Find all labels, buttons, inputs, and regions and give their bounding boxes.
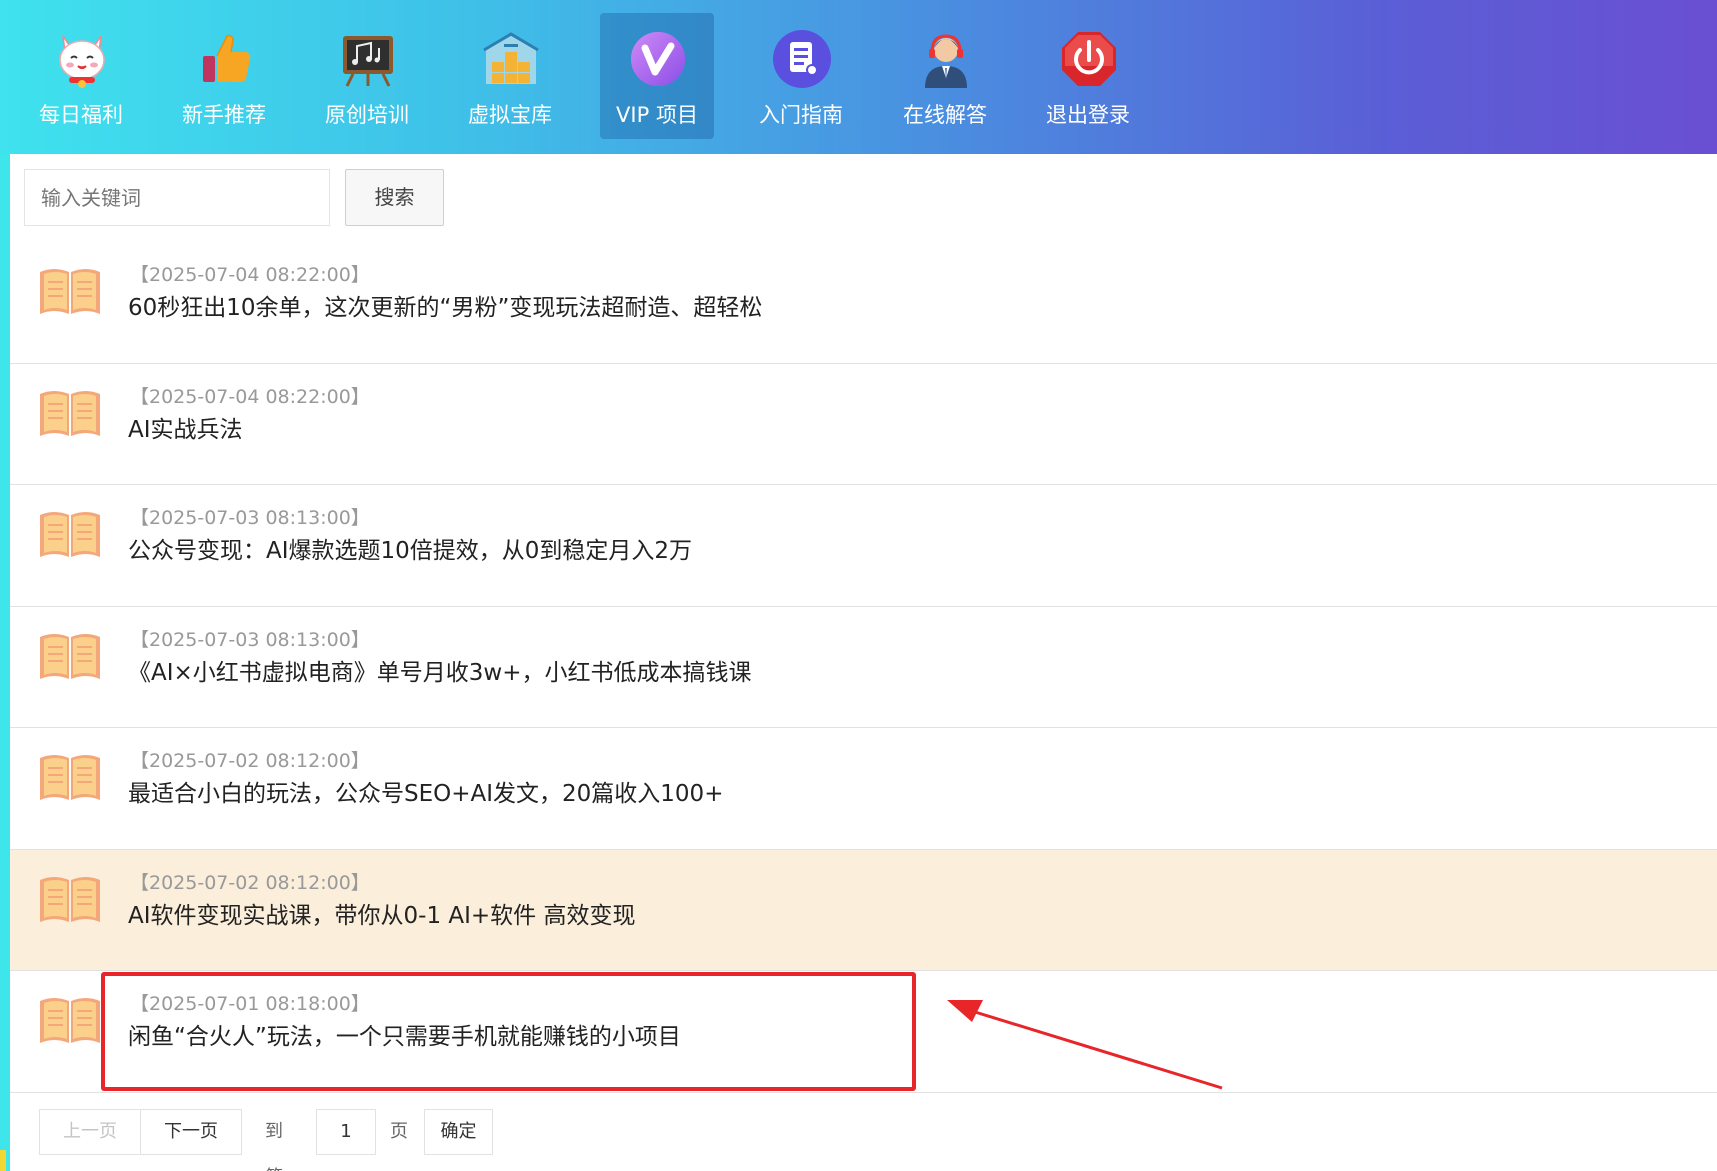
thumbs-up-icon <box>203 34 251 82</box>
item-title[interactable]: 最适合小白的玩法，公众号SEO+AI发文，20篇收入100+ <box>128 774 723 808</box>
item-date: 【2025-07-02 08:12:00】 <box>130 750 370 772</box>
nav-item-beginner-picks[interactable]: 新手推荐 <box>167 13 281 139</box>
list-item[interactable]: 【2025-07-04 08:22:00】 AI实战兵法 <box>10 364 1717 485</box>
nav-item-daily-benefits[interactable]: 每日福利 <box>24 13 138 139</box>
nav-label: VIP 项目 <box>616 103 698 127</box>
book-icon <box>40 512 100 557</box>
nav-item-getting-started[interactable]: 入门指南 <box>744 13 858 139</box>
page-number-input[interactable]: 1 <box>316 1109 376 1155</box>
book-icon <box>40 755 100 800</box>
nav-label: 在线解答 <box>903 103 987 127</box>
nav-item-vip-projects[interactable]: VIP 项目 <box>600 13 714 139</box>
item-date: 【2025-07-04 08:22:00】 <box>130 385 370 408</box>
nav-label: 退出登录 <box>1046 103 1130 127</box>
item-title[interactable]: 60秒狂出10余单，这次更新的“男粉”变现玩法超耐造、超轻松 <box>128 288 762 322</box>
annotation-highlight-box <box>101 972 916 1091</box>
nav-item-original-training[interactable]: 原创培训 <box>310 13 424 139</box>
item-title[interactable]: 《AI×小红书虚拟电商》单号月收3w+，小红书低成本搞钱课 <box>128 653 752 687</box>
nav-label: 虚拟宝库 <box>468 103 552 127</box>
list-item[interactable]: 【2025-07-04 08:22:00】 60秒狂出10余单，这次更新的“男粉… <box>10 242 1717 364</box>
book-icon <box>40 269 100 314</box>
nav-item-online-qa[interactable]: 在线解答 <box>888 13 1002 139</box>
book-icon <box>40 998 100 1043</box>
document-icon <box>773 30 831 88</box>
confirm-button[interactable]: 确定 <box>424 1109 493 1155</box>
book-icon <box>40 633 100 679</box>
item-date: 【2025-07-03 08:13:00】 <box>130 628 370 651</box>
nav-label: 新手推荐 <box>182 103 266 127</box>
prev-page-button[interactable]: 上一页 <box>39 1109 141 1155</box>
search-input[interactable] <box>24 169 330 226</box>
item-title[interactable]: AI软件变现实战课，带你从0-1 AI+软件 高效变现 <box>128 896 636 930</box>
power-icon <box>1062 32 1116 86</box>
edge-marker <box>0 1150 6 1171</box>
item-title[interactable]: 公众号变现：AI爆款选题10倍提效，从0到稳定月入2万 <box>128 531 692 565</box>
left-edge-strip <box>0 154 10 1171</box>
lucky-cat-icon <box>59 35 105 88</box>
nav-label: 入门指南 <box>759 103 843 127</box>
nav-item-logout[interactable]: 退出登录 <box>1031 13 1145 139</box>
next-page-button[interactable]: 下一页 <box>140 1109 242 1155</box>
item-date: 【2025-07-02 08:12:00】 <box>130 871 370 894</box>
item-date: 【2025-07-04 08:22:00】 <box>130 264 370 286</box>
warehouse-icon <box>483 32 539 84</box>
item-title[interactable]: AI实战兵法 <box>128 410 243 444</box>
page-unit-label: 页 <box>390 1121 408 1142</box>
list-item[interactable]: 【2025-07-02 08:12:00】 最适合小白的玩法，公众号SEO+AI… <box>10 728 1717 850</box>
nav-label: 原创培训 <box>325 103 409 127</box>
book-icon <box>40 876 100 922</box>
search-button[interactable]: 搜索 <box>345 169 444 226</box>
list-item[interactable]: 【2025-07-03 08:13:00】 公众号变现：AI爆款选题10倍提效，… <box>10 485 1717 607</box>
vip-icon <box>631 32 685 86</box>
list-item[interactable]: 【2025-07-03 08:13:00】 《AI×小红书虚拟电商》单号月收3w… <box>10 607 1717 728</box>
nav-label: 每日福利 <box>39 103 123 127</box>
list-item-highlighted[interactable]: 【2025-07-02 08:12:00】 AI软件变现实战课，带你从0-1 A… <box>10 849 1717 971</box>
support-agent-icon <box>925 34 967 88</box>
article-list: 【2025-07-04 08:22:00】 60秒狂出10余单，这次更新的“男粉… <box>10 242 1717 1093</box>
music-board-icon <box>343 36 393 87</box>
item-date: 【2025-07-03 08:13:00】 <box>130 507 370 529</box>
book-icon <box>40 390 100 436</box>
top-header: 每日福利 新手推荐 原创培训 虚拟宝库 VIP 项目 入门指南 在线解答 退出登… <box>0 0 1717 154</box>
nav-item-virtual-vault[interactable]: 虚拟宝库 <box>453 13 567 139</box>
goto-label: 到第 <box>265 1121 283 1171</box>
